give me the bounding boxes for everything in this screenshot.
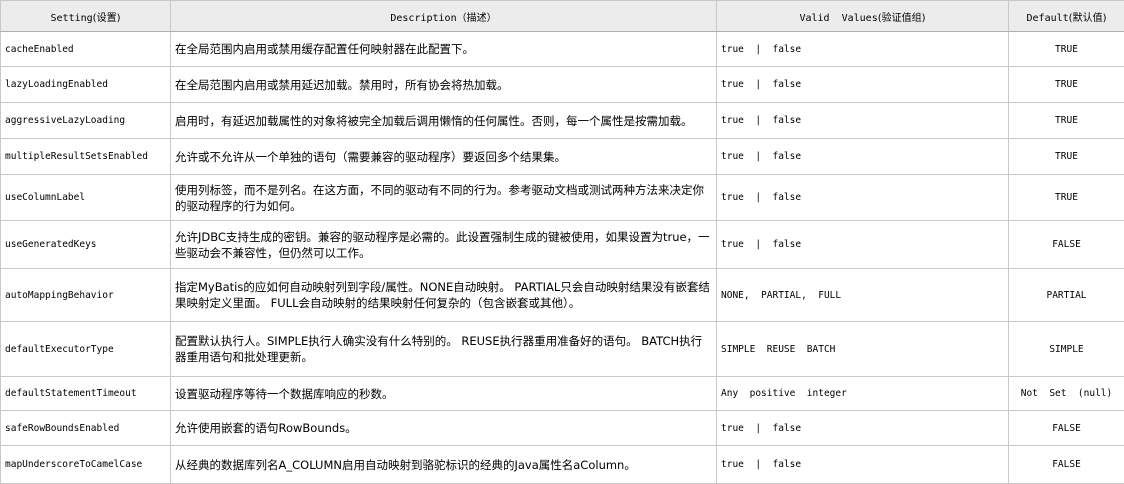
setting-description: 从经典的数据库列名A_COLUMN启用自动映射到骆驼标识的经典的Java属性名a…: [171, 446, 717, 484]
setting-name: defaultStatementTimeout: [1, 377, 171, 411]
setting-name: safeRowBoundsEnabled: [1, 411, 171, 446]
header-row: Setting(设置) Description（描述） Valid Values…: [1, 1, 1124, 32]
setting-description: 启用时，有延迟加载属性的对象将被完全加载后调用懒惰的任何属性。否则，每一个属性是…: [171, 103, 717, 139]
setting-valid-values: NONE, PARTIAL, FULL: [717, 269, 1009, 322]
setting-description: 允许或不允许从一个单独的语句（需要兼容的驱动程序）要返回多个结果集。: [171, 139, 717, 175]
setting-description: 在全局范围内启用或禁用缓存配置任何映射器在此配置下。: [171, 32, 717, 67]
table-row: useColumnLabel 使用列标签，而不是列名。在这方面，不同的驱动有不同…: [1, 175, 1124, 221]
header-description-label: Description: [390, 13, 456, 24]
table-row: multipleResultSetsEnabled 允许或不允许从一个单独的语句…: [1, 139, 1124, 175]
setting-description: 配置默认执行人。SIMPLE执行人确实没有什么特别的。 REUSE执行器重用准备…: [171, 322, 717, 377]
setting-default: PARTIAL: [1009, 269, 1124, 322]
table-row: mapUnderscoreToCamelCase 从经典的数据库列名A_COLU…: [1, 446, 1124, 484]
table-row: defaultStatementTimeout 设置驱动程序等待一个数据库响应的…: [1, 377, 1124, 411]
setting-name: mapUnderscoreToCamelCase: [1, 446, 171, 484]
setting-name: cacheEnabled: [1, 32, 171, 67]
setting-valid-values: Any positive integer: [717, 377, 1009, 411]
setting-default: FALSE: [1009, 446, 1124, 484]
header-setting-zh: (设置): [93, 13, 121, 24]
setting-default: FALSE: [1009, 221, 1124, 269]
header-valid-values-label: Valid Values: [799, 13, 877, 24]
setting-valid-values: SIMPLE REUSE BATCH: [717, 322, 1009, 377]
table-row: safeRowBoundsEnabled 允许使用嵌套的语句RowBounds。…: [1, 411, 1124, 446]
setting-name: multipleResultSetsEnabled: [1, 139, 171, 175]
setting-default: SIMPLE: [1009, 322, 1124, 377]
setting-name: defaultExecutorType: [1, 322, 171, 377]
table-row: lazyLoadingEnabled 在全局范围内启用或禁用延迟加载。禁用时，所…: [1, 67, 1124, 103]
setting-valid-values: true | false: [717, 446, 1009, 484]
table-row: useGeneratedKeys 允许JDBC支持生成的密钥。兼容的驱动程序是必…: [1, 221, 1124, 269]
table-row: autoMappingBehavior 指定MyBatis的应如何自动映射列到字…: [1, 269, 1124, 322]
setting-description: 在全局范围内启用或禁用延迟加载。禁用时，所有协会将热加载。: [171, 67, 717, 103]
setting-name: aggressiveLazyLoading: [1, 103, 171, 139]
setting-valid-values: true | false: [717, 103, 1009, 139]
setting-valid-values: true | false: [717, 32, 1009, 67]
setting-name: useGeneratedKeys: [1, 221, 171, 269]
setting-default: TRUE: [1009, 103, 1124, 139]
header-default-zh: (默认值): [1069, 13, 1107, 24]
setting-default: TRUE: [1009, 175, 1124, 221]
setting-valid-values: true | false: [717, 67, 1009, 103]
header-valid-values-zh: (验证值组): [878, 13, 926, 24]
setting-valid-values: true | false: [717, 175, 1009, 221]
setting-name: lazyLoadingEnabled: [1, 67, 171, 103]
setting-valid-values: true | false: [717, 221, 1009, 269]
header-description-zh: （描述）: [457, 13, 497, 24]
header-setting-label: Setting: [51, 13, 93, 24]
setting-default: TRUE: [1009, 139, 1124, 175]
setting-description: 允许使用嵌套的语句RowBounds。: [171, 411, 717, 446]
setting-default: TRUE: [1009, 67, 1124, 103]
setting-default: TRUE: [1009, 32, 1124, 67]
header-setting: Setting(设置): [1, 1, 171, 32]
table-row: aggressiveLazyLoading 启用时，有延迟加载属性的对象将被完全…: [1, 103, 1124, 139]
setting-name: useColumnLabel: [1, 175, 171, 221]
setting-description: 设置驱动程序等待一个数据库响应的秒数。: [171, 377, 717, 411]
setting-valid-values: true | false: [717, 139, 1009, 175]
setting-name: autoMappingBehavior: [1, 269, 171, 322]
header-description: Description（描述）: [171, 1, 717, 32]
settings-table: Setting(设置) Description（描述） Valid Values…: [0, 0, 1124, 484]
setting-description: 允许JDBC支持生成的密钥。兼容的驱动程序是必需的。此设置强制生成的键被使用，如…: [171, 221, 717, 269]
table-row: defaultExecutorType 配置默认执行人。SIMPLE执行人确实没…: [1, 322, 1124, 377]
table-row: cacheEnabled 在全局范围内启用或禁用缓存配置任何映射器在此配置下。 …: [1, 32, 1124, 67]
header-default: Default(默认值): [1009, 1, 1124, 32]
setting-valid-values: true | false: [717, 411, 1009, 446]
setting-description: 使用列标签，而不是列名。在这方面，不同的驱动有不同的行为。参考驱动文档或测试两种…: [171, 175, 717, 221]
setting-default: Not Set (null): [1009, 377, 1124, 411]
setting-description: 指定MyBatis的应如何自动映射列到字段/属性。NONE自动映射。 PARTI…: [171, 269, 717, 322]
header-valid-values: Valid Values(验证值组): [717, 1, 1009, 32]
header-default-label: Default: [1027, 13, 1069, 24]
setting-default: FALSE: [1009, 411, 1124, 446]
